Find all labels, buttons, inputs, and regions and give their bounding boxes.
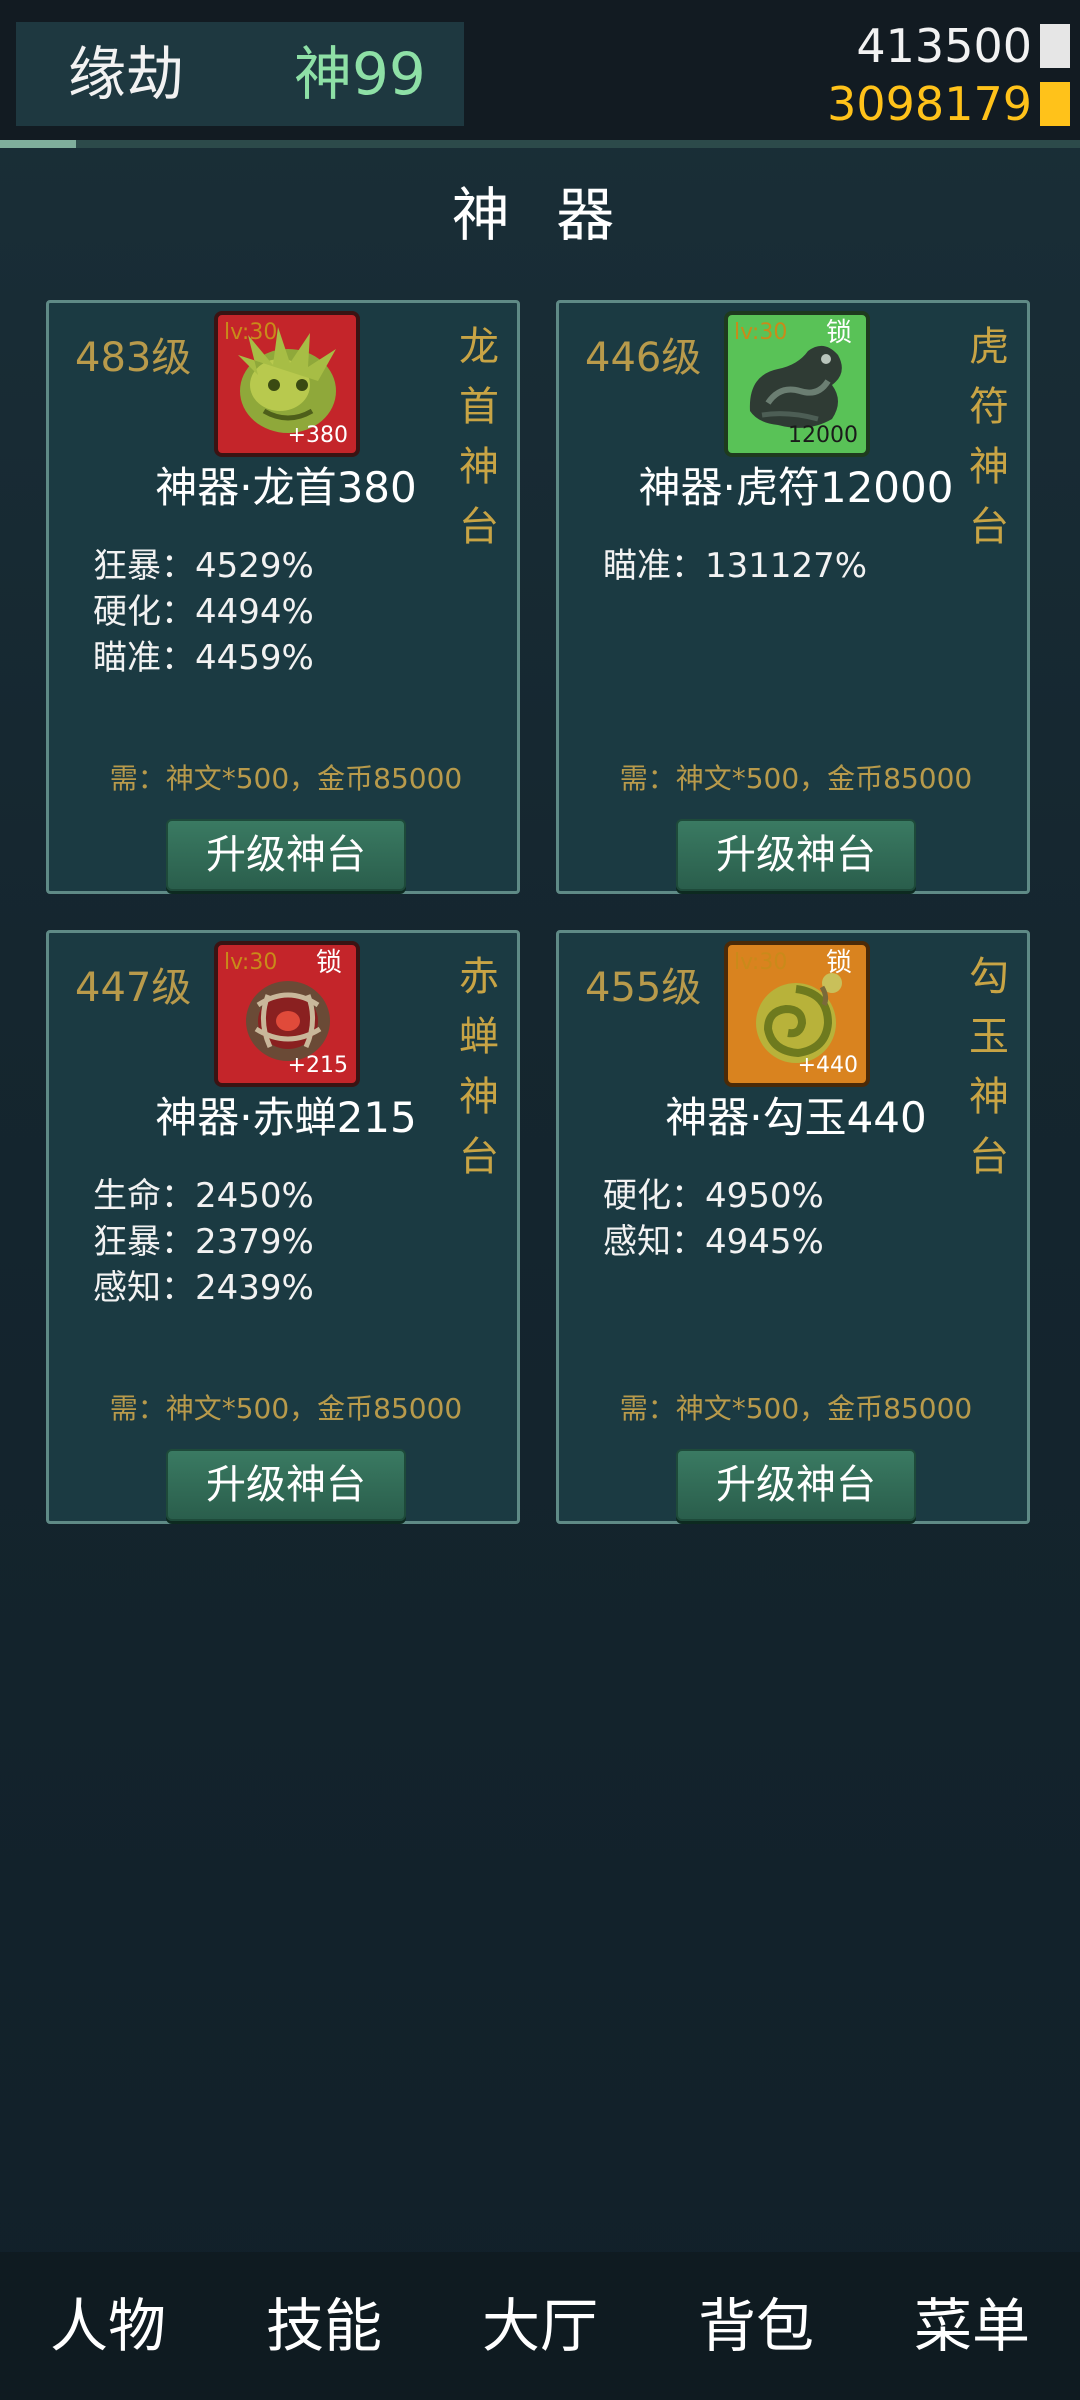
icon-level-label: lv:30: [734, 320, 788, 345]
player-info[interactable]: 缘劫 神99: [16, 22, 464, 126]
upgrade-cost: 需：神文*500，金币85000: [109, 762, 463, 795]
icon-level-label: lv:30: [734, 950, 788, 975]
player-name: 缘劫: [68, 40, 185, 108]
artifact-card: 455级 lv:30 锁 +440 勾玉神台 神器·勾玉440 硬化：4950%…: [556, 930, 1030, 1524]
attribute-line: 狂暴：4529%: [93, 546, 314, 586]
lock-icon: 锁: [825, 948, 852, 978]
nav-backpack[interactable]: 背包: [666, 2291, 846, 2361]
icon-enhance-label: +215: [287, 1053, 348, 1078]
icon-enhance-label: +380: [287, 423, 348, 448]
lock-icon: 锁: [315, 948, 342, 978]
altar-name: 赤蝉神台: [459, 954, 499, 1180]
page-title: 神 器: [451, 181, 629, 249]
attribute-line: 感知：4945%: [603, 1222, 824, 1262]
icon-level-label: lv:30: [224, 950, 278, 975]
artifact-name: 神器·勾玉440: [665, 1093, 927, 1142]
attribute-list: 生命：2450% 狂暴：2379% 感知：2439%: [93, 1173, 314, 1311]
upgrade-altar-button[interactable]: 升级神台: [166, 819, 406, 891]
icon-enhance-label: +440: [797, 1053, 858, 1078]
attribute-line: 狂暴：2379%: [93, 1222, 314, 1262]
white-square-icon: [1040, 24, 1070, 68]
attribute-line: 硬化：4950%: [603, 1176, 824, 1216]
altar-name: 虎符神台: [969, 324, 1009, 550]
upgrade-cost: 需：神文*500，金币85000: [619, 762, 973, 795]
currency-row-2: 3098179: [827, 80, 1070, 128]
attribute-line: 瞄准：131127%: [603, 546, 868, 586]
gold-square-icon: [1040, 82, 1070, 126]
altar-level: 455级: [585, 965, 702, 1011]
artifact-name: 神器·龙首380: [155, 463, 417, 512]
top-bar: 缘劫 神99 413500 3098179: [0, 0, 1080, 140]
magatama-jade-icon[interactable]: lv:30 锁 +440: [724, 941, 870, 1087]
bottom-nav: 人物 技能 大厅 背包 菜单: [0, 2252, 1080, 2400]
attribute-line: 感知：2439%: [93, 1268, 314, 1308]
upgrade-altar-button[interactable]: 升级神台: [676, 819, 916, 891]
currency-row-1: 413500: [856, 22, 1070, 70]
progress-fill: [0, 140, 76, 148]
altar-name: 龙首神台: [459, 324, 499, 550]
artifact-card: 446级 lv:30 锁 12000 虎符神台 神器·虎符12000 瞄准：13…: [556, 300, 1030, 894]
attribute-line: 硬化：4494%: [93, 592, 314, 632]
attribute-line: 生命：2450%: [93, 1176, 314, 1216]
attribute-line: 瞄准：4459%: [93, 638, 314, 678]
nav-skills[interactable]: 技能: [234, 2291, 414, 2361]
attribute-list: 硬化：4950% 感知：4945%: [603, 1173, 824, 1265]
red-cicada-icon[interactable]: lv:30 锁 +215: [214, 941, 360, 1087]
upgrade-cost: 需：神文*500，金币85000: [619, 1392, 973, 1425]
screen: 缘劫 神99 413500 3098179 神 器 483级 lv:30 +38…: [0, 0, 1080, 2400]
upgrade-altar-button[interactable]: 升级神台: [166, 1449, 406, 1521]
attribute-list: 瞄准：131127%: [603, 543, 867, 589]
upgrade-altar-button[interactable]: 升级神台: [676, 1449, 916, 1521]
dragon-head-icon[interactable]: lv:30 +380: [214, 311, 360, 457]
progress-bar: [0, 140, 1080, 148]
nav-lobby[interactable]: 大厅: [450, 2291, 630, 2361]
currency-1-value: 413500: [856, 19, 1032, 73]
artifact-card: 483级 lv:30 +380 龙首神台 神器·龙首380 狂暴：4529% 硬…: [46, 300, 520, 894]
attribute-list: 狂暴：4529% 硬化：4494% 瞄准：4459%: [93, 543, 314, 681]
icon-level-label: lv:30: [224, 320, 278, 345]
altar-level: 446级: [585, 335, 702, 381]
altar-level: 447级: [75, 965, 192, 1011]
artifact-name: 神器·赤蝉215: [155, 1093, 417, 1142]
lock-icon: 锁: [825, 318, 852, 348]
player-rank: 神99: [294, 40, 426, 108]
upgrade-cost: 需：神文*500，金币85000: [109, 1392, 463, 1425]
altar-name: 勾玉神台: [969, 954, 1009, 1180]
nav-menu[interactable]: 菜单: [882, 2291, 1062, 2361]
nav-character[interactable]: 人物: [18, 2291, 198, 2361]
icon-enhance-label: 12000: [788, 423, 858, 448]
artifact-name: 神器·虎符12000: [638, 463, 954, 512]
tiger-tally-icon[interactable]: lv:30 锁 12000: [724, 311, 870, 457]
currency-2-value: 3098179: [827, 77, 1032, 131]
altar-level: 483级: [75, 335, 192, 381]
artifact-card: 447级 lv:30 锁 +215 赤蝉神台 神器·赤蝉215 生命：2450%…: [46, 930, 520, 1524]
